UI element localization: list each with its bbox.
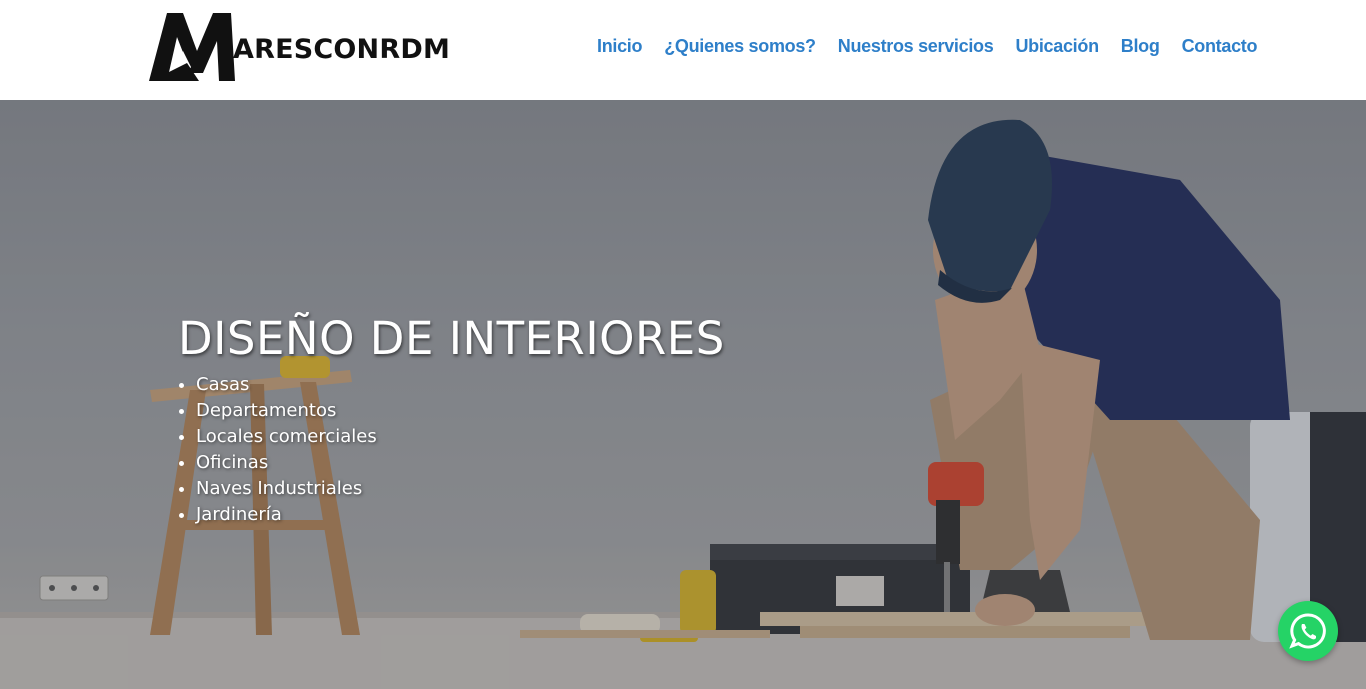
nav-link-inicio[interactable]: Inicio [597,36,643,57]
list-item: Casas [196,372,377,398]
whatsapp-chat-button[interactable] [1278,601,1338,661]
nav-link-ubicacion[interactable]: Ubicación [1015,36,1099,57]
site-header: ARESCONRDM Inicio ¿Quienes somos? Nuestr… [0,0,1366,100]
nav-link-blog[interactable]: Blog [1121,36,1160,57]
site-logo[interactable]: ARESCONRDM [147,11,450,83]
hero-title: DISEÑO DE INTERIORES [178,312,725,365]
list-item: Naves Industriales [196,476,377,502]
services-list: Casas Departamentos Locales comerciales … [196,372,377,528]
nav-link-contacto[interactable]: Contacto [1182,36,1258,57]
nav-link-nuestros-servicios[interactable]: Nuestros servicios [838,36,994,57]
list-item: Oficinas [196,450,377,476]
list-item: Jardinería [196,502,377,528]
maresconrdm-logo-icon [149,13,235,81]
hero-section: DISEÑO DE INTERIORES Casas Departamentos… [0,100,1366,689]
nav-link-quienes-somos[interactable]: ¿Quienes somos? [664,36,816,57]
whatsapp-icon [1289,613,1326,649]
main-nav: Inicio ¿Quienes somos? Nuestros servicio… [597,36,1257,57]
logo-text: ARESCONRDM [233,33,451,65]
list-item: Departamentos [196,398,377,424]
list-item: Locales comerciales [196,424,377,450]
